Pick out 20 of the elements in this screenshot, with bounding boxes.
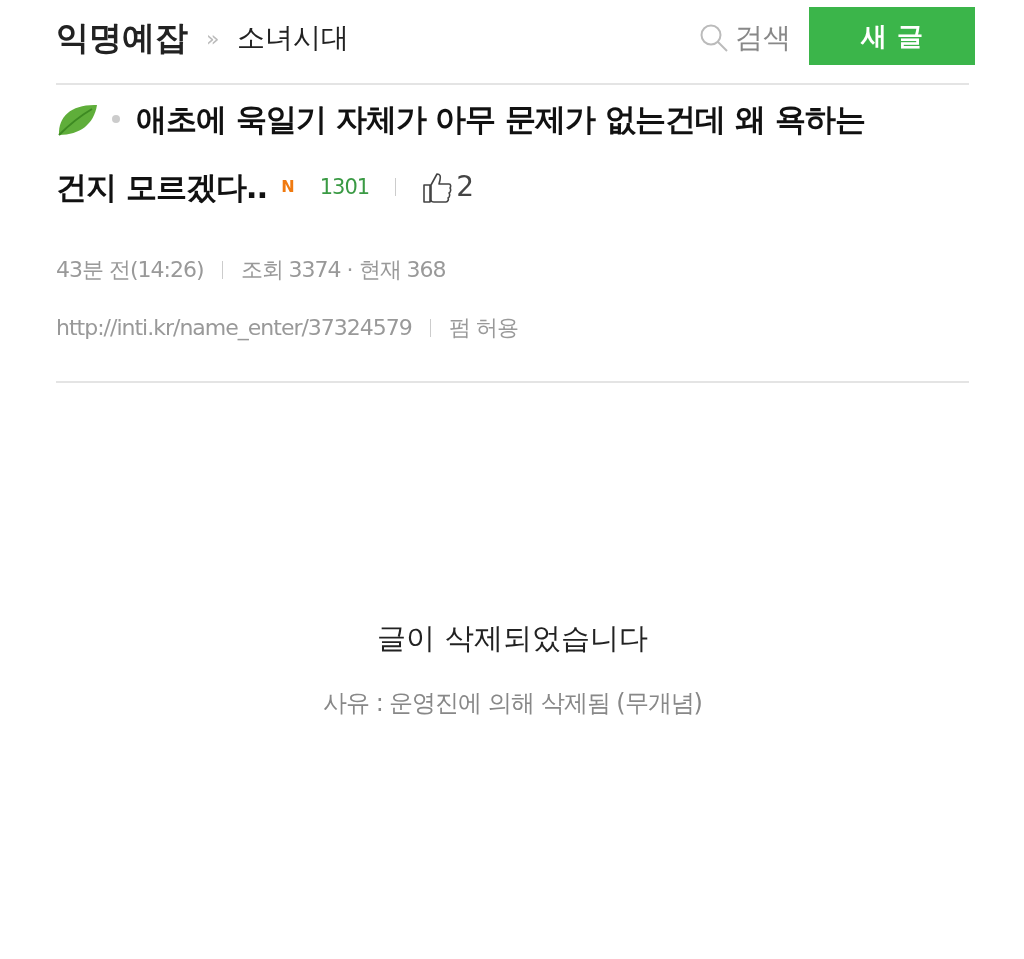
post-title: 애초에 욱일기 자체가 아무 문제가 없는건데 왜 욕하는 bbox=[136, 100, 865, 139]
copy-permission: 펌 허용 bbox=[448, 314, 518, 342]
new-label: N bbox=[281, 176, 294, 198]
search-button[interactable]: 검색 bbox=[699, 19, 791, 57]
board-title[interactable]: 익명예잡 bbox=[56, 15, 188, 61]
thumbs-up-icon bbox=[422, 171, 453, 203]
deletion-reason: 사유 : 운영진에 의해 삭제됨 (무개념) bbox=[322, 688, 703, 719]
post-url[interactable]: http://inti.kr/name_enter/37324579 bbox=[56, 299, 412, 357]
post-title: 건지 모르겠다.. bbox=[56, 168, 268, 207]
bullet-dot bbox=[112, 115, 120, 123]
view-count: 조회 3374 · 현재 368 bbox=[240, 256, 446, 284]
post-time: 43분 전(14:26) bbox=[56, 256, 204, 284]
leaf-icon bbox=[56, 102, 98, 136]
category-link[interactable]: 소녀시대 bbox=[237, 19, 350, 57]
deleted-message: 글이 삭제되었습니다 bbox=[376, 620, 649, 657]
search-icon bbox=[699, 23, 729, 53]
comment-count[interactable]: 1301 bbox=[319, 153, 370, 221]
like-button[interactable]: 2 bbox=[422, 153, 474, 221]
breadcrumb-separator: » bbox=[206, 25, 220, 51]
new-post-button[interactable]: 새 글 bbox=[809, 7, 975, 65]
